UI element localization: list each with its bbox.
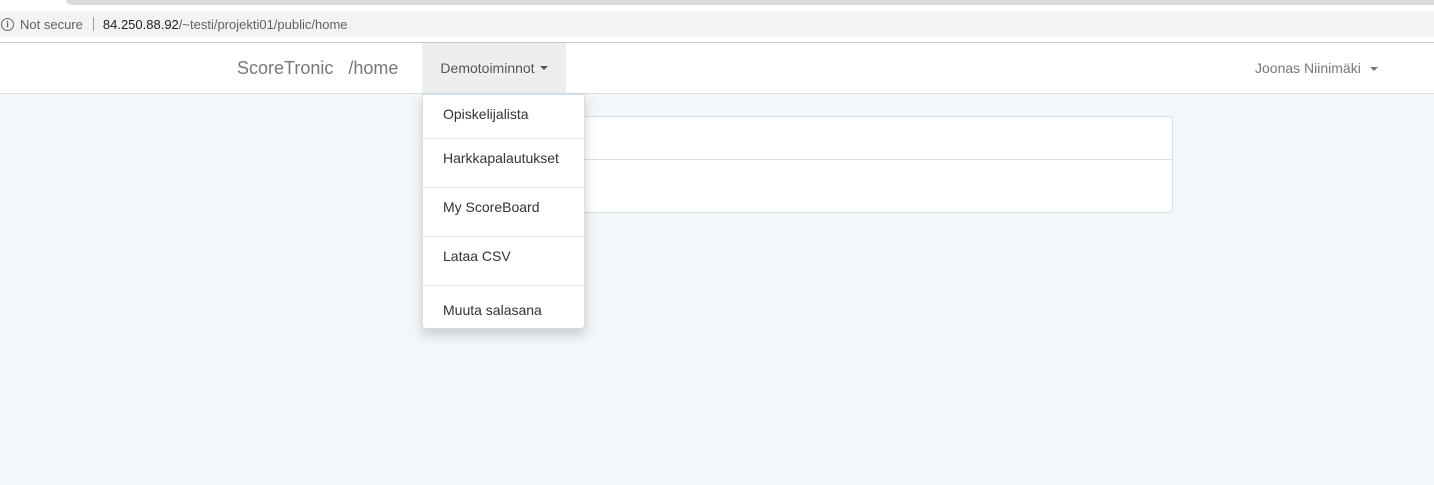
dropdown-toggle-label: Demotoiminnot [440,60,535,76]
browser-chrome: i Not secure 84.250.88.92 /~testi/projek… [0,0,1434,43]
security-label: Not secure [20,16,83,32]
brand[interactable]: ScoreTronic /home [237,43,398,93]
menu-item-lataa-csv[interactable]: Lataa CSV [423,237,584,286]
route-label: /home [348,58,399,78]
demotoiminnot-dropdown-toggle[interactable]: Demotoiminnot [422,43,566,93]
menu-item-my-scoreboard[interactable]: My ScoreBoard [423,188,584,237]
top-navbar: ScoreTronic /home Demotoiminnot Joonas N… [0,43,1434,94]
address-bar[interactable]: i Not secure 84.250.88.92 /~testi/projek… [0,11,1434,37]
demotoiminnot-dropdown-menu: Opiskelijalista Harkkapalautukset My Sco… [422,94,585,329]
url-path: /~testi/projekti01/public/home [178,16,348,32]
address-divider [92,17,94,31]
menu-item-opiskelijalista[interactable]: Opiskelijalista [423,95,584,139]
info-icon[interactable]: i [1,17,14,31]
url-host: 84.250.88.92 [102,16,179,32]
menu-item-harkkapalautukset[interactable]: Harkkapalautukset [423,139,584,188]
menu-item-muuta-salasana[interactable]: Muuta salasana [423,286,584,329]
caret-down-icon [539,66,548,70]
browser-tab-edge [66,0,1434,5]
user-name: Joonas Niinimäki [1255,60,1361,76]
brand-name[interactable]: ScoreTronic [237,58,333,78]
user-menu-toggle[interactable]: Joonas Niinimäki [1255,43,1378,93]
caret-down-icon [1369,67,1378,72]
